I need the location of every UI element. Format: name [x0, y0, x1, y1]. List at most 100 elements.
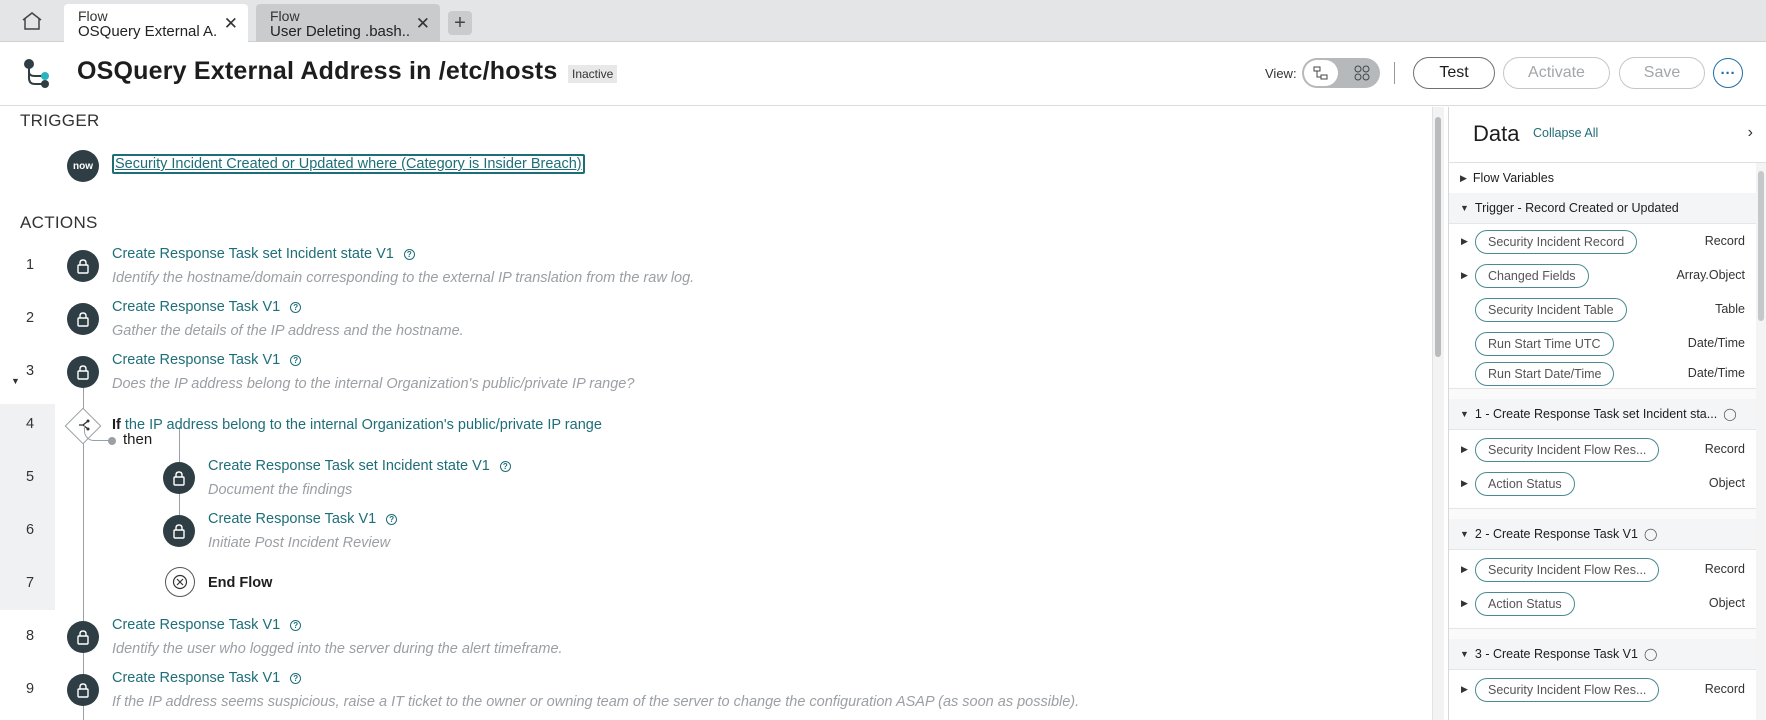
- step-number: 9: [25, 681, 35, 697]
- close-icon[interactable]: ✕: [224, 15, 238, 32]
- action-description: Document the findings: [208, 482, 353, 498]
- data-pill-row[interactable]: ▶ Action Status Object: [1449, 589, 1757, 619]
- scrollbar-thumb[interactable]: [1435, 117, 1441, 357]
- new-tab-button[interactable]: +: [448, 11, 472, 35]
- data-pill[interactable]: Action Status: [1475, 592, 1575, 616]
- pill-type: Object: [1708, 476, 1745, 490]
- caret-right-icon[interactable]: ▶: [1461, 478, 1468, 489]
- pill-type: Record: [1704, 682, 1745, 696]
- data-pill-row[interactable]: ▶ Security Incident Flow Res... Record: [1449, 435, 1757, 465]
- help-icon[interactable]: ?: [499, 461, 511, 472]
- view-label: View:: [1265, 66, 1297, 81]
- step-number: 1: [25, 257, 35, 273]
- data-pill-row[interactable]: Security Incident Table Table: [1449, 295, 1757, 325]
- comment-icon[interactable]: ◯: [1644, 647, 1657, 661]
- data-pill-row[interactable]: ▶ Action Status Object: [1449, 469, 1757, 499]
- trigger-condition-link[interactable]: Security Incident Created or Updated whe…: [112, 154, 585, 174]
- activate-button[interactable]: Activate: [1503, 57, 1610, 89]
- help-icon[interactable]: ?: [290, 620, 302, 631]
- collapse-caret-icon[interactable]: ▼: [11, 376, 20, 386]
- data-pill[interactable]: Changed Fields: [1475, 264, 1589, 288]
- comment-icon[interactable]: ◯: [1644, 527, 1657, 541]
- tab-flow-user-deleting[interactable]: Flow User Deleting .bash... ✕: [256, 4, 440, 42]
- pill-type: Date/Time: [1687, 366, 1745, 380]
- data-pill[interactable]: Security Incident Flow Res...: [1475, 558, 1660, 582]
- data-panel-scrollbar[interactable]: [1756, 163, 1766, 720]
- more-options-button[interactable]: ···: [1713, 58, 1743, 88]
- caret-right-icon[interactable]: ▶: [1461, 598, 1468, 609]
- divider: [1394, 62, 1395, 84]
- group-flow-variables[interactable]: ▶ Flow Variables: [1449, 163, 1757, 193]
- end-flow-icon: [165, 567, 195, 597]
- tab-flow-osquery[interactable]: Flow OSQuery External A... ✕: [64, 4, 248, 42]
- action-title[interactable]: Create Response Task set Incident state …: [208, 458, 511, 474]
- scrollbar-thumb[interactable]: [1758, 171, 1764, 321]
- caret-right-icon[interactable]: ▶: [1461, 684, 1468, 695]
- group-step-3[interactable]: ▼ 3 - Create Response Task V1 ◯: [1449, 639, 1757, 669]
- view-toggle[interactable]: [1302, 58, 1380, 88]
- action-title[interactable]: Create Response Task V1?: [112, 352, 302, 368]
- close-icon[interactable]: ✕: [416, 15, 430, 32]
- data-pill[interactable]: Action Status: [1475, 472, 1575, 496]
- action-title[interactable]: Create Response Task V1?: [112, 299, 302, 315]
- caret-right-icon[interactable]: ▶: [1461, 444, 1468, 455]
- data-pill-row[interactable]: ▶ Security Incident Flow Res... Record: [1449, 555, 1757, 585]
- test-button[interactable]: Test: [1413, 57, 1495, 89]
- data-pill[interactable]: Security Incident Record: [1475, 230, 1638, 254]
- data-pill[interactable]: Security Incident Flow Res...: [1475, 678, 1660, 702]
- actions-heading: ACTIONS: [20, 213, 98, 232]
- help-icon[interactable]: ?: [386, 514, 398, 525]
- collapse-all-link[interactable]: Collapse All: [1533, 126, 1598, 140]
- tab-title: OSQuery External A...: [78, 24, 218, 40]
- help-icon[interactable]: ?: [290, 355, 302, 366]
- action-title-text: Create Response Task set Incident state …: [112, 246, 394, 262]
- caret-down-icon: ▼: [1460, 409, 1469, 419]
- chevron-right-icon[interactable]: ›: [1748, 124, 1753, 142]
- data-panel: Data Collapse All › ▶ Flow Variables ▼ Tri…: [1448, 107, 1766, 720]
- help-icon[interactable]: ?: [403, 249, 415, 260]
- data-pill-row[interactable]: Run Start Date/Time Date/Time: [1449, 362, 1757, 387]
- canvas-scrollbar[interactable]: [1432, 107, 1444, 720]
- action-title[interactable]: Create Response Task V1?: [112, 670, 302, 686]
- data-pill[interactable]: Security Incident Flow Res...: [1475, 438, 1660, 462]
- group-trigger[interactable]: ▼ Trigger - Record Created or Updated: [1449, 193, 1757, 223]
- action-title[interactable]: Create Response Task V1?: [112, 617, 302, 633]
- pill-type: Array.Object: [1676, 268, 1745, 282]
- group-step-1[interactable]: ▼ 1 - Create Response Task set Incident s…: [1449, 399, 1757, 429]
- group-step-2[interactable]: ▼ 2 - Create Response Task V1 ◯: [1449, 519, 1757, 549]
- caret-right-icon[interactable]: ▶: [1461, 564, 1468, 575]
- tab-bar: Flow OSQuery External A... ✕ Flow User D…: [0, 0, 1766, 42]
- data-pill[interactable]: Security Incident Table: [1475, 298, 1627, 322]
- tab-title: User Deleting .bash...: [270, 24, 410, 40]
- action-title[interactable]: Create Response Task set Incident state …: [112, 246, 415, 262]
- data-pill-row[interactable]: ▶ Changed Fields Array.Object: [1449, 261, 1757, 291]
- data-pill-row[interactable]: Run Start Time UTC Date/Time: [1449, 329, 1757, 359]
- data-pill[interactable]: Run Start Time UTC: [1475, 332, 1614, 356]
- caret-right-icon[interactable]: ▶: [1461, 270, 1468, 281]
- save-button[interactable]: Save: [1619, 57, 1705, 89]
- action-description: Gather the details of the IP address and…: [112, 323, 464, 339]
- action-title[interactable]: Create Response Task V1?: [208, 511, 398, 527]
- comment-icon[interactable]: ◯: [1723, 407, 1736, 421]
- data-pill[interactable]: Run Start Date/Time: [1475, 362, 1615, 386]
- then-dot: [108, 437, 116, 445]
- caret-right-icon[interactable]: ▶: [1461, 236, 1468, 247]
- action-title-text: Create Response Task V1: [112, 299, 281, 315]
- list-view-icon[interactable]: [1304, 60, 1338, 86]
- help-icon[interactable]: ?: [290, 302, 302, 313]
- data-pill-row[interactable]: ▶ Security Incident Flow Res... Record: [1449, 675, 1757, 705]
- data-panel-header: Data Collapse All ›: [1449, 107, 1766, 163]
- group-label: 1 - Create Response Task set Incident st…: [1474, 407, 1718, 421]
- help-icon[interactable]: ?: [290, 673, 302, 684]
- flow-canvas: TRIGGER now Security Incident Created or…: [0, 107, 1432, 720]
- caret-down-icon: ▼: [1460, 529, 1469, 539]
- action-lock-icon: [163, 515, 195, 547]
- if-condition[interactable]: If the IP address belong to the internal…: [112, 417, 602, 433]
- caret-right-icon: ▶: [1460, 172, 1467, 183]
- action-description: If the IP address seems suspicious, rais…: [112, 694, 1080, 710]
- action-title-text: Create Response Task V1: [208, 511, 377, 527]
- home-button[interactable]: [0, 0, 64, 42]
- data-pill-row[interactable]: ▶ Security Incident Record Record: [1449, 227, 1757, 257]
- ellipsis-icon: ···: [1720, 64, 1736, 82]
- diagram-view-icon[interactable]: [1354, 65, 1370, 81]
